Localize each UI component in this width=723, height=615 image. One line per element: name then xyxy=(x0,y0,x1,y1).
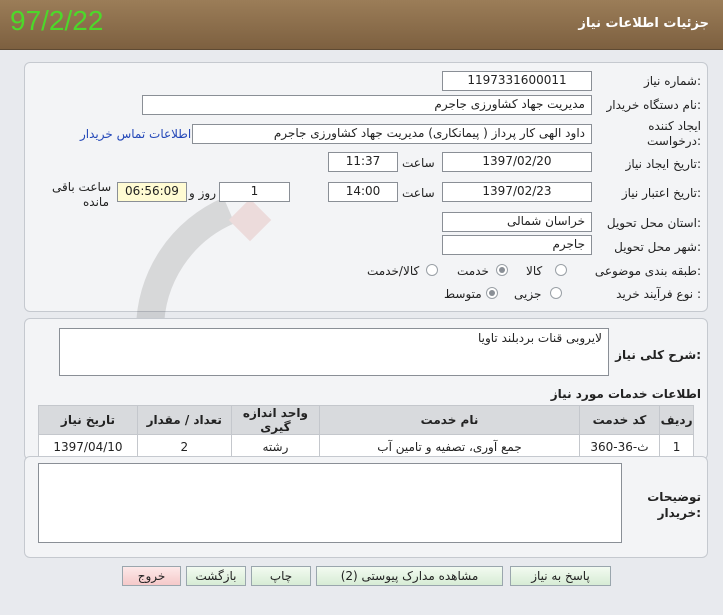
attachments-button[interactable]: مشاهده مدارک پیوستی (2) xyxy=(316,566,503,586)
col-service-code: کد خدمت xyxy=(578,405,661,435)
remaining-time-field: 06:56:09 xyxy=(117,182,187,202)
buyer-notes-label-line2: خریدار: xyxy=(657,506,701,520)
city-field: جاجرم xyxy=(442,235,592,255)
back-button[interactable]: بازگشت xyxy=(186,566,246,586)
category-service-radio[interactable] xyxy=(496,264,508,276)
cell-service-name: جمع آوری، تصفیه و تامین آب xyxy=(319,434,580,459)
province-field: خراسان شمالی xyxy=(442,212,592,232)
category-both-label: کالا/خدمت xyxy=(367,264,420,278)
cell-row-number: 1 xyxy=(659,434,694,459)
category-service-label: خدمت xyxy=(457,264,489,278)
creator-label-line1: ایجاد کننده xyxy=(648,119,701,133)
page-title: جزئیات اطلاعات نیاز xyxy=(578,16,709,31)
reply-button[interactable]: پاسخ به نیاز xyxy=(510,566,611,586)
valid-date-label: تاریخ اعتبار نیاز: xyxy=(621,186,701,200)
cell-need-date: 1397/04/10 xyxy=(38,434,138,459)
category-goods-radio[interactable] xyxy=(555,264,567,276)
col-need-date: تاریخ نیاز xyxy=(38,405,138,435)
creator-field: داود الهی کار پرداز ( پیمانکاری) مدیریت … xyxy=(192,124,592,144)
title-bar: 97/2/22 جزئیات اطلاعات نیاز xyxy=(0,0,723,50)
process-medium-radio[interactable] xyxy=(486,287,498,299)
province-label: استان محل تحویل: xyxy=(606,216,701,230)
contact-buyer-link[interactable]: اطلاعات تماس خریدار xyxy=(80,127,191,141)
table-header-row: ردیف کد خدمت نام خدمت واحد اندازه گیری ت… xyxy=(38,405,694,435)
col-quantity: تعداد / مقدار xyxy=(136,405,232,435)
created-time-field: 11:37 xyxy=(328,152,398,172)
created-date-field: 1397/02/20 xyxy=(442,152,592,172)
table-row: 1 ث-36-360 جمع آوری، تصفیه و تامین آب رش… xyxy=(38,434,694,459)
cell-service-code: ث-36-360 xyxy=(578,434,661,459)
process-medium-label: متوسط xyxy=(444,287,482,301)
exit-button[interactable]: خروج xyxy=(122,566,181,586)
buyer-org-label: نام دستگاه خریدار: xyxy=(606,98,702,112)
created-date-label: تاریخ ایجاد نیاز: xyxy=(625,157,701,171)
services-section-title: اطلاعات خدمات مورد نیاز xyxy=(550,387,701,401)
valid-time-label: ساعت xyxy=(402,186,435,200)
process-minor-label: جزیی xyxy=(514,287,542,301)
col-row-number: ردیف xyxy=(659,405,694,435)
services-table: ردیف کد خدمت نام خدمت واحد اندازه گیری ت… xyxy=(38,405,694,459)
buyer-org-field: مدیریت جهاد کشاورزی جاجرم xyxy=(142,95,592,115)
description-label: شرح کلی نیاز: xyxy=(615,348,701,362)
cell-unit: رشته xyxy=(230,434,321,459)
description-box: لایروبی قنات بردبلند تاویا xyxy=(59,328,609,376)
category-label: طبقه بندی موضوعی: xyxy=(594,264,701,278)
valid-time-field: 14:00 xyxy=(328,182,398,202)
days-label: روز و xyxy=(189,186,216,200)
date-stamp: 97/2/22 xyxy=(10,5,104,36)
city-label: شهر محل تحویل: xyxy=(614,240,701,254)
need-number-field: 1197331600011 xyxy=(442,71,592,91)
days-field: 1 xyxy=(219,182,290,202)
print-button[interactable]: چاپ xyxy=(251,566,311,586)
col-service-name: نام خدمت xyxy=(319,405,580,435)
created-time-label: ساعت xyxy=(402,156,435,170)
category-both-radio[interactable] xyxy=(426,264,438,276)
remaining-label-line2: مانده xyxy=(83,195,110,209)
buyer-notes-label-line1: توضیحات xyxy=(647,490,701,504)
process-label: نوع فرآیند خرید : xyxy=(616,287,701,301)
valid-date-field: 1397/02/23 xyxy=(442,182,592,202)
col-unit: واحد اندازه گیری xyxy=(230,405,321,435)
cell-quantity: 2 xyxy=(136,434,232,459)
category-goods-label: کالا xyxy=(526,264,543,278)
creator-label-line2: درخواست: xyxy=(647,134,701,148)
remaining-label-line1: ساعت باقی xyxy=(52,180,112,194)
process-minor-radio[interactable] xyxy=(550,287,562,299)
need-number-label: شماره نیاز: xyxy=(643,74,701,88)
buyer-notes-box xyxy=(38,463,622,543)
